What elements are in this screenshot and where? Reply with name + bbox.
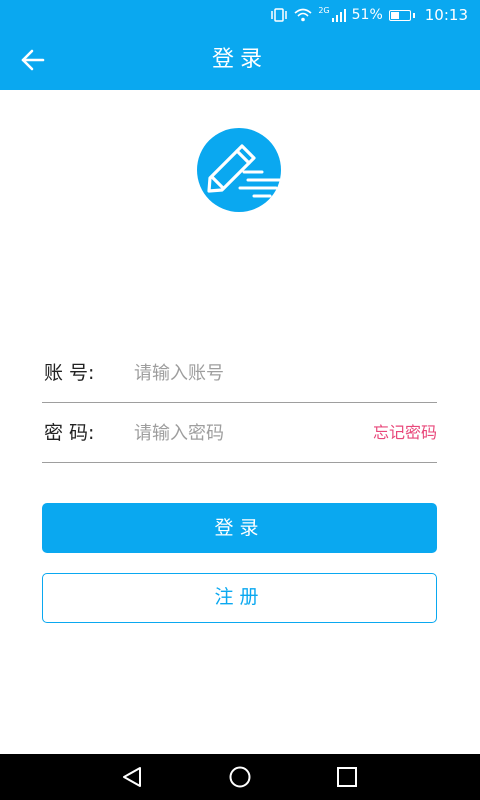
status-bar: 2G 51% 10:13 [0, 0, 480, 30]
account-field: 账 号: [42, 344, 437, 403]
nav-recent-icon[interactable] [334, 765, 360, 789]
status-icons: 2G 51% 10:13 [270, 6, 468, 24]
password-input[interactable] [134, 416, 334, 450]
login-button[interactable]: 登录 [42, 503, 437, 553]
forgot-password-link[interactable]: 忘记密码 [373, 404, 437, 462]
vibrate-icon [271, 8, 288, 22]
battery-percent: 51% [351, 7, 383, 23]
system-nav-bar [0, 754, 480, 800]
password-label: 密 码: [44, 422, 95, 444]
account-label: 账 号: [44, 362, 95, 384]
clock: 10:13 [424, 6, 468, 24]
nav-back-icon[interactable] [120, 765, 146, 789]
nav-home-icon[interactable] [227, 765, 253, 789]
account-input[interactable] [134, 356, 334, 390]
network-type: 2G [318, 6, 330, 15]
wifi-icon [294, 8, 312, 22]
pencil-logo-icon [197, 128, 284, 212]
cell-signal-icon [331, 9, 346, 22]
password-field: 密 码: 忘记密码 [42, 404, 437, 463]
page-title: 登录 [211, 47, 268, 72]
battery-icon [388, 9, 415, 21]
app-bar: 登录 [0, 30, 480, 90]
register-button[interactable]: 注册 [42, 573, 437, 623]
